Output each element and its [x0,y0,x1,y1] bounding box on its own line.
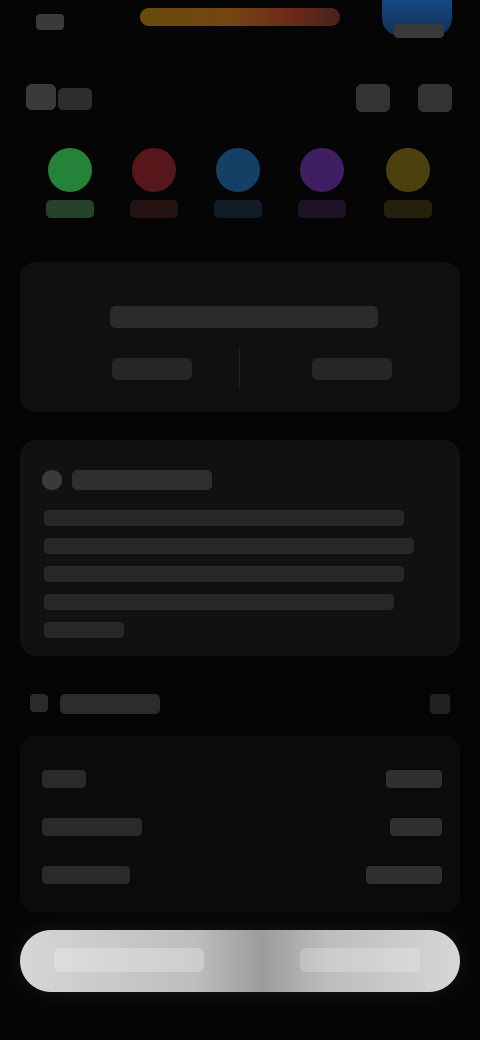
swatch-label [384,200,432,218]
swatch-label [214,200,262,218]
chevron-icon[interactable] [430,694,450,714]
swatch-red[interactable] [124,148,184,226]
status-time [36,14,64,30]
status-bar [0,0,480,46]
info-body-line [44,622,124,638]
summary-divider [239,348,240,388]
info-body-line [44,538,414,554]
swatch-green[interactable] [40,148,100,226]
info-body-line [44,510,404,526]
swatch-label [130,200,178,218]
page-title [58,88,92,110]
details-row-value [386,770,442,788]
swatch-label [46,200,94,218]
purple-swatch-icon [300,148,344,192]
details-section-header[interactable] [0,680,480,726]
swatch-label [298,200,346,218]
details-row-value [390,818,442,836]
back-icon[interactable] [26,84,56,110]
yellow-swatch-icon [386,148,430,192]
summary-left-button[interactable] [112,358,192,380]
blue-swatch-icon [216,148,260,192]
status-notch [140,8,340,26]
info-heading [72,470,212,490]
details-row-label [42,866,130,884]
info-icon [42,470,62,490]
swatch-yellow[interactable] [378,148,438,226]
info-card [20,440,460,656]
details-list [20,736,460,912]
status-battery-icon [394,24,444,38]
details-row [20,852,460,898]
summary-card [20,262,460,412]
details-icon [30,694,48,712]
summary-right-button[interactable] [312,358,392,380]
primary-action-secondary-label [300,948,420,972]
primary-action-button[interactable] [20,930,460,992]
app-header [0,70,480,126]
info-body-line [44,566,404,582]
red-swatch-icon [132,148,176,192]
green-swatch-icon [48,148,92,192]
swatch-purple[interactable] [292,148,352,226]
info-body-line [44,594,394,610]
details-row-label [42,818,142,836]
action-icon[interactable] [356,84,390,112]
details-row-value [366,866,442,884]
color-swatch-row [0,140,480,236]
details-row [20,804,460,850]
details-row [20,756,460,802]
details-row-label [42,770,86,788]
details-title [60,694,160,714]
swatch-blue[interactable] [208,148,268,226]
more-icon[interactable] [418,84,452,112]
summary-title [110,306,378,328]
primary-action-label [54,948,204,972]
